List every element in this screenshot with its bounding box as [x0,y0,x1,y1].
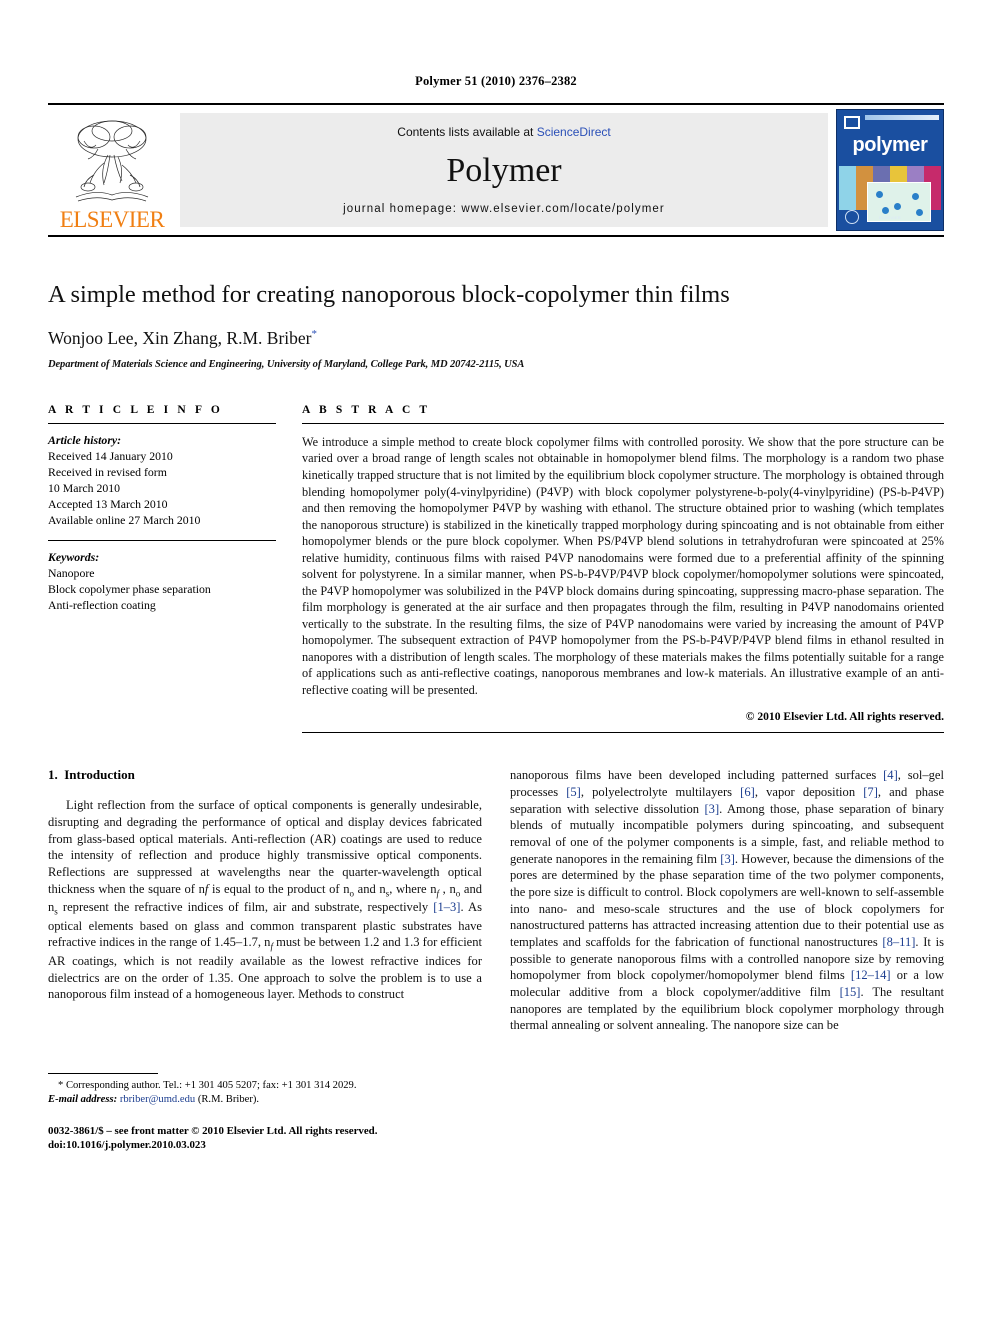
citation-link[interactable]: [5] [566,785,581,799]
cover-logo-icon [844,116,860,129]
doi-line: doi:10.1016/j.polymer.2010.03.023 [48,1139,206,1152]
citation-link[interactable]: [1–3] [433,900,460,914]
divider [48,422,276,424]
sciencedirect-link[interactable]: ScienceDirect [537,125,611,139]
intro-text-3: and n [354,881,386,896]
cover-sweep [865,115,939,120]
body-column-left: 1. Introduction Light reflection from th… [48,767,482,1153]
section-heading-introduction: 1. Introduction [48,767,482,783]
journal-banner: ELSEVIER Contents lists available at Sci… [48,103,944,237]
intro-paragraph-left: Light reflection from the surface of opt… [48,797,482,1003]
article-history: Article history: Received 14 January 201… [48,432,276,528]
article-history-label: Article history: [48,432,122,447]
citation-link[interactable]: [15] [840,985,861,999]
keyword-item: Nanopore [48,566,95,581]
cover-publisher-mark: ELSEVIER [837,206,943,224]
author-names: Wonjoo Lee, Xin Zhang, R.M. Briber [48,327,312,348]
journal-title: Polymer [446,152,562,189]
intro-text-5: , n [439,881,456,896]
intro-text-4: , where n [389,881,437,896]
affiliation: Department of Materials Science and Engi… [48,358,525,370]
history-item: Received in revised form [48,464,167,479]
abstract-heading: A B S T R A C T [302,403,431,416]
body-column-right: nanoporous films have been developed inc… [510,767,944,1153]
issn-copyright-block: 0032-3861/$ – see front matter © 2010 El… [48,1124,482,1153]
author-list: Wonjoo Lee, Xin Zhang, R.M. Briber* [48,328,944,349]
right-text-7: . However, because the dimensions of the… [510,851,944,950]
section-title-text: Introduction [64,767,135,783]
citation-link[interactable]: [7] [863,785,878,799]
elsevier-logo: ELSEVIER [48,105,176,235]
footnote-contact: Corresponding author. Tel.: +1 301 405 5… [63,1079,357,1091]
journal-cover-thumbnail: polymer ELSEVIER [836,109,944,231]
journal-homepage[interactable]: journal homepage: www.elsevier.com/locat… [343,203,665,215]
body-columns: 1. Introduction Light reflection from th… [48,767,944,1153]
intro-text-2: is equal to the product of n [208,881,350,896]
citation-link[interactable]: [4] [883,768,898,782]
right-text-1: nanoporous films have been developed inc… [510,768,884,783]
intro-text-7: represent the refractive indices of film… [57,900,434,915]
right-text-3: , polyelectrolyte multilayers [580,785,741,800]
divider [48,540,276,542]
citation-link[interactable]: [3] [720,852,735,866]
divider [302,732,944,734]
cover-publisher-label: ELSEVIER [879,215,901,220]
keywords-label: Keywords: [48,550,100,565]
paper-page: Polymer 51 (2010) 2376–2382 ELSEVIER Con… [0,0,992,1323]
citation-link[interactable]: [6] [740,785,755,799]
divider [302,422,944,424]
email-label: E-mail address: [48,1094,118,1106]
abstract-text: We introduce a simple method to create b… [302,434,944,697]
info-abstract-section: A R T I C L E I N F O Article history: R… [48,404,944,734]
page-title: A simple method for creating nanoporous … [48,281,730,308]
banner-center: Contents lists available at ScienceDirec… [180,113,828,227]
running-head: Polymer 51 (2010) 2376–2382 [415,74,577,88]
contents-prefix: Contents lists available at [397,125,537,139]
citation-link[interactable]: [12–14] [851,968,891,982]
right-text-4: , vapor deposition [754,785,864,800]
article-info-heading: A R T I C L E I N F O [48,403,223,416]
title-block: A simple method for creating nanoporous … [48,281,944,370]
email-owner: (R.M. Briber). [195,1094,260,1106]
footnote-area: * Corresponding author. Tel.: +1 301 405… [48,1072,482,1153]
cover-title: polymer [852,134,928,156]
history-item: Accepted 13 March 2010 [48,497,168,512]
elsevier-tree-icon [75,120,149,202]
elsevier-wordmark: ELSEVIER [59,207,165,232]
citation-link[interactable]: [8–11] [882,935,915,949]
history-item: Available online 27 March 2010 [48,513,201,528]
section-number: 1. [48,767,58,783]
keyword-item: Block copolymer phase separation [48,582,211,597]
issn-line-1: 0032-3861/$ – see front matter © 2010 El… [48,1124,378,1137]
keyword-item: Anti-reflection coating [48,598,156,613]
citation-link[interactable]: [3] [705,802,720,816]
email-link[interactable]: rbriber@umd.edu [120,1094,195,1105]
abstract-column: A B S T R A C T We introduce a simple me… [302,404,944,734]
corresponding-author-footnote: * Corresponding author. Tel.: +1 301 405… [48,1079,482,1108]
abstract-copyright: © 2010 Elsevier Ltd. All rights reserved… [745,710,944,724]
keywords-list: Keywords: Nanopore Block copolymer phase… [48,549,276,613]
footnote-divider [48,1072,158,1074]
corresponding-author-marker: * [311,328,317,341]
article-info-column: A R T I C L E I N F O Article history: R… [48,404,276,734]
history-item: 10 March 2010 [48,481,121,495]
history-item: Received 14 January 2010 [48,448,173,463]
contents-line: Contents lists available at ScienceDirec… [397,125,610,139]
intro-paragraph-right: nanoporous films have been developed inc… [510,767,944,1034]
